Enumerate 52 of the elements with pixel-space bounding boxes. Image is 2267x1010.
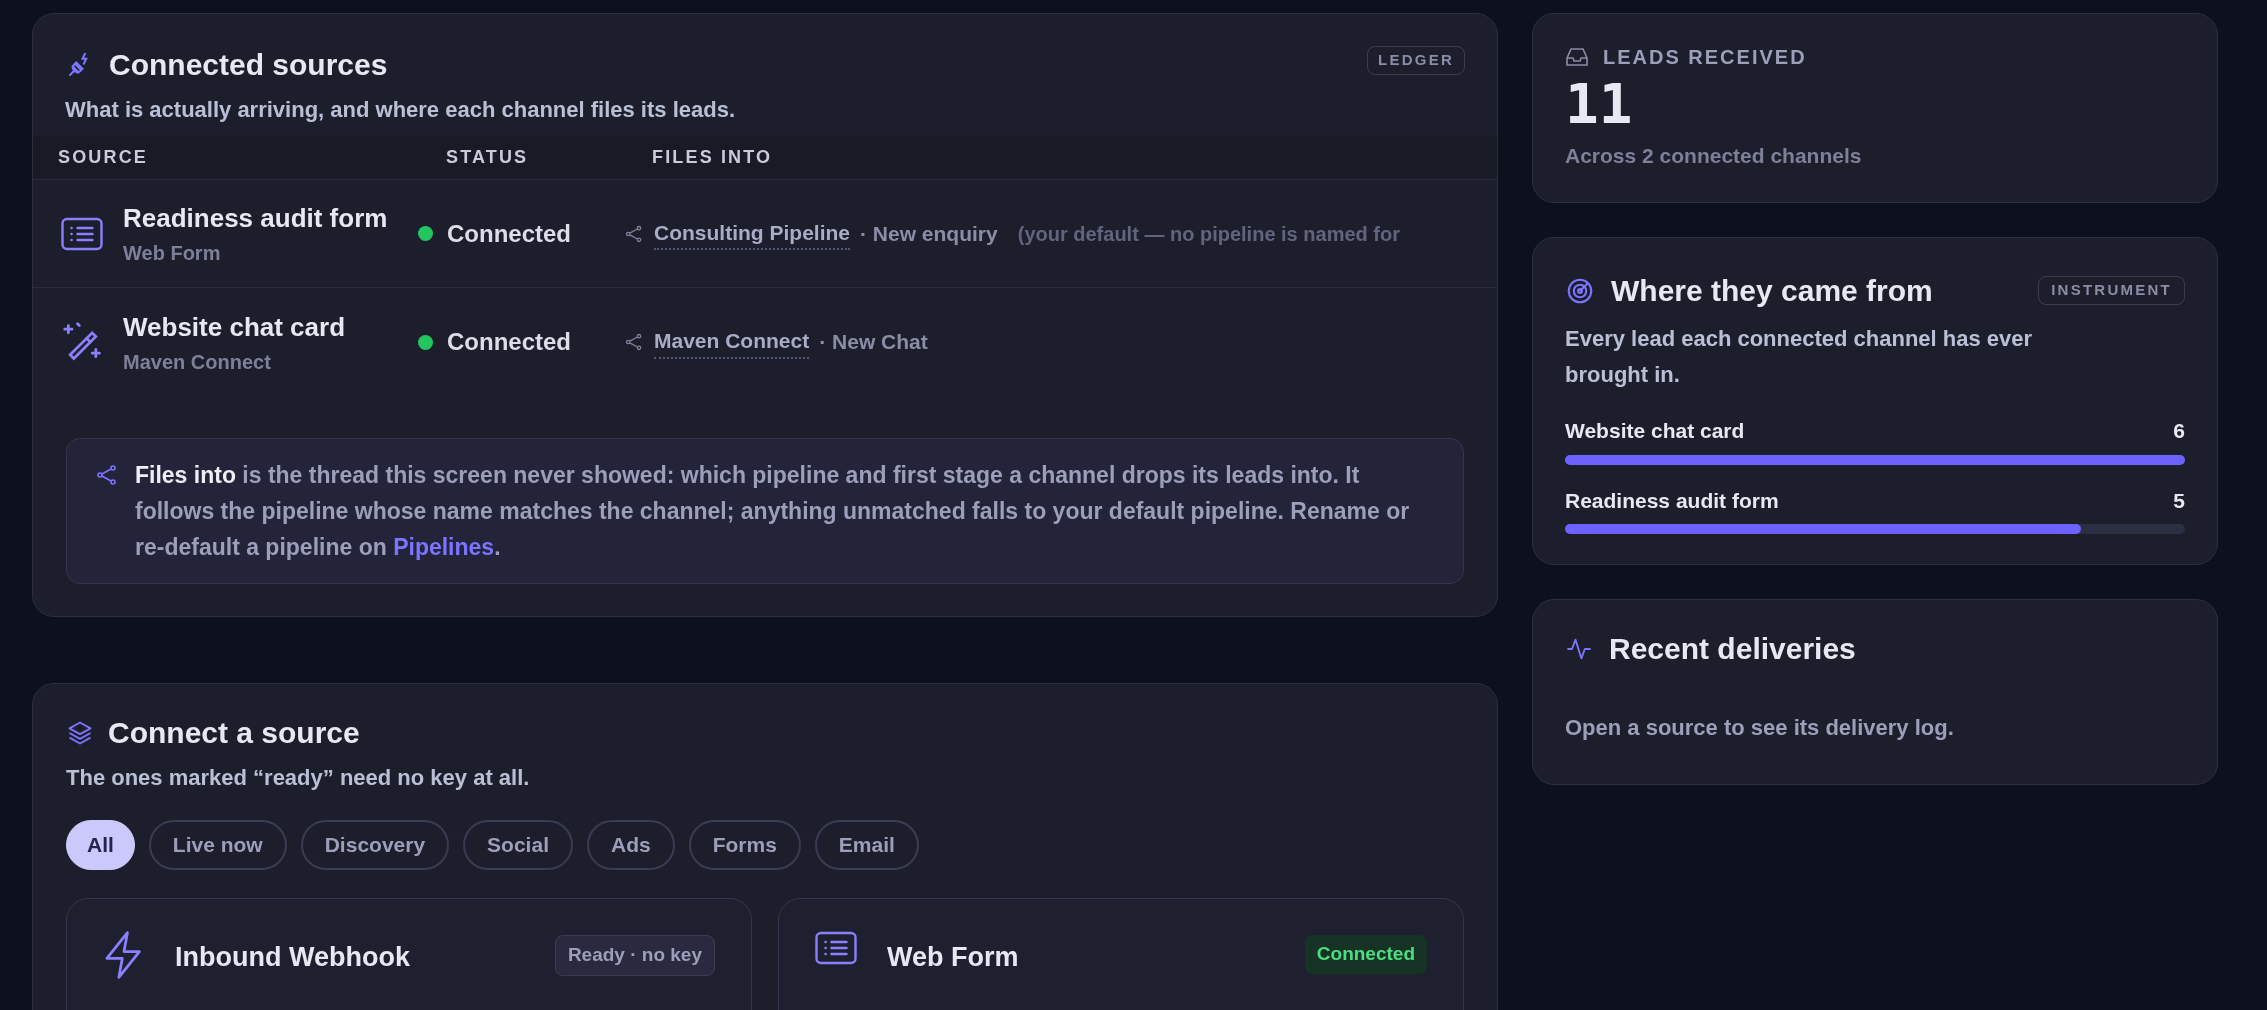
bar-count: 5 (2173, 487, 2185, 514)
list-icon (61, 216, 103, 251)
branch-icon (95, 463, 119, 487)
pipeline-link[interactable]: Maven Connect (654, 325, 810, 359)
card-title: Where they came from (1611, 273, 1933, 309)
ledger-badge: LEDGER (1367, 46, 1465, 75)
source-tile[interactable]: Inbound Webhook Ready · no key (66, 898, 752, 1010)
filter-chip[interactable]: Email (814, 820, 919, 870)
stat-label: LEADS RECEIVED (1603, 45, 1807, 70)
source-name: Readiness audit form (123, 202, 389, 235)
bar-count: 6 (2173, 418, 2185, 444)
connected-badge: Connected (1304, 935, 1427, 974)
filter-chip[interactable]: Live now (148, 820, 287, 870)
filter-chip[interactable]: Ads (587, 820, 675, 870)
filter-chip[interactable]: All (66, 820, 135, 870)
column-header: STATUS (446, 146, 530, 169)
card-title: Connected sources (109, 47, 388, 83)
stage-text: · New Chat (819, 329, 928, 356)
source-type: Web Form (123, 241, 222, 266)
tile-title: Web Form (887, 941, 1020, 974)
card-subtitle: What is actually arriving, and where each channel files its leads. (64, 96, 736, 124)
status-text: Connected (447, 327, 571, 357)
card-title: Connect a source (108, 715, 360, 751)
bar-label: Website chat card (1565, 418, 1745, 444)
stage-text: · New enquiry (860, 220, 998, 247)
info-text: Files into is the thread this screen never showed: which pipeline and first stage a channel drops its leads into. It follows the pipeline whose name matches the channel; anything unmatched falls to your default pipeline. Rename or re-default a pipeline on Pipelines. (135, 461, 1411, 562)
stat-value: 11 (1565, 72, 1634, 136)
source-tile[interactable]: Web Form Connected (778, 898, 1464, 1010)
bar-label: Readiness audit form (1565, 487, 1779, 514)
card-title: Recent deliveries (1609, 631, 1856, 667)
ready-badge: Ready · no key (554, 935, 715, 976)
pipelines-link[interactable]: Pipelines (393, 534, 495, 560)
pipeline-link[interactable]: Consulting Pipeline (654, 216, 850, 251)
empty-message: Open a source to see its delivery log. (1565, 714, 1955, 742)
stat-caption: Across 2 connected channels (1565, 143, 1863, 169)
filter-chip[interactable]: Discovery (300, 820, 450, 870)
inbox-icon (1565, 46, 1589, 68)
status-text: Connected (447, 218, 571, 249)
card-subtitle: Every lead each connected channel has ever brought in. (1565, 325, 2034, 389)
filter-chip[interactable]: Forms (688, 820, 801, 870)
card-subtitle: The ones marked “ready” need no key at all. (66, 764, 531, 792)
instrument-badge: INSTRUMENT (2038, 276, 2185, 305)
list-icon (815, 931, 857, 965)
branch-icon (624, 332, 644, 352)
source-name: Website chat card (123, 310, 347, 344)
tile-title: Inbound Webhook (175, 941, 411, 974)
branch-icon (624, 223, 644, 244)
column-header: SOURCE (58, 146, 149, 169)
default-note: (your default — no pipeline is named for (1017, 221, 1400, 247)
column-header: FILES INTO (652, 146, 773, 169)
filter-chip[interactable]: Social (463, 820, 573, 870)
source-type: Maven Connect (123, 349, 272, 375)
